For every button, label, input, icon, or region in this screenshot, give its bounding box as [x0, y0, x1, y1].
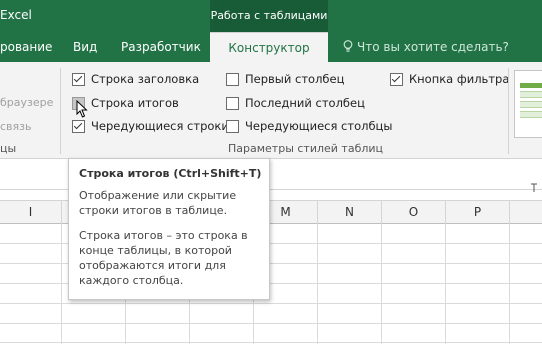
checkbox-label: Строка заголовка — [91, 72, 200, 86]
header-row-checkbox[interactable]: Строка заголовка — [72, 71, 199, 87]
checkbox-label: Первый столбец — [245, 72, 345, 86]
column-header[interactable]: P — [446, 201, 510, 223]
tooltip-description: Отображение или скрытие строки итогов в … — [79, 189, 237, 217]
unlink-button[interactable]: связь — [0, 120, 31, 133]
filter-button-checkbox[interactable]: Кнопка фильтра — [390, 71, 509, 87]
checkbox-box[interactable] — [226, 96, 239, 110]
checkbox-box[interactable] — [390, 72, 403, 86]
table-style-options-group-label: Параметры стилей таблиц — [228, 142, 384, 155]
app-title: Excel — [0, 8, 32, 22]
total-row-tooltip: Строка итогов (Ctrl+Shift+T) Отображение… — [68, 158, 270, 300]
open-in-browser-button[interactable]: браузере — [0, 96, 53, 109]
column-header[interactable] — [510, 201, 542, 223]
gridline — [0, 342, 542, 343]
formula-bar-expand-icon[interactable] — [530, 182, 538, 194]
mouse-cursor-icon — [76, 100, 88, 118]
tab-view[interactable]: Вид — [73, 32, 97, 62]
checkbox-box[interactable] — [226, 72, 239, 86]
external-data-group-label: цы — [0, 142, 17, 155]
tab-design[interactable]: Конструктор — [210, 32, 328, 63]
banded-columns-checkbox[interactable]: Чередующиеся столбцы — [226, 118, 392, 134]
gridline — [0, 303, 542, 304]
checkbox-box[interactable] — [72, 72, 85, 86]
banded-rows-checkbox[interactable]: Чередующиеся строки — [72, 118, 229, 134]
checkbox-box[interactable] — [226, 119, 239, 133]
checkbox-label: Строка итогов — [91, 96, 179, 110]
checkbox-box[interactable] — [72, 119, 85, 133]
group-separator — [508, 68, 509, 154]
lightbulb-icon — [343, 40, 353, 52]
tooltip-details: Строка итогов – это строка в конце табли… — [79, 229, 248, 287]
table-style-gallery[interactable] — [514, 70, 542, 138]
tooltip-title: Строка итогов (Ctrl+Shift+T) — [79, 167, 262, 180]
group-separator — [60, 68, 61, 154]
checkbox-label: Кнопка фильтра — [409, 72, 510, 86]
column-header[interactable]: N — [318, 201, 382, 223]
tell-me-search[interactable]: Что вы хотите сделать? — [343, 32, 509, 62]
first-column-checkbox[interactable]: Первый столбец — [226, 71, 344, 87]
last-column-checkbox[interactable]: Последний столбец — [226, 95, 365, 111]
table-style-thumbnail-icon — [520, 83, 542, 118]
total-row-checkbox[interactable]: Строка итогов — [72, 95, 179, 111]
checkbox-label: Последний столбец — [245, 96, 365, 110]
column-header[interactable]: I — [0, 201, 62, 223]
checkbox-label: Чередующиеся столбцы — [245, 119, 393, 133]
checkbox-label: Чередующиеся строки — [91, 119, 229, 133]
column-header[interactable]: O — [382, 201, 446, 223]
tab-review[interactable]: рование — [0, 32, 52, 62]
gridline — [0, 323, 542, 324]
tab-developer[interactable]: Разработчик — [121, 32, 201, 62]
tell-me-placeholder: Что вы хотите сделать? — [357, 40, 509, 54]
ribbon-tab-bar: рование Вид Разработчик Конструктор Что … — [0, 32, 542, 63]
context-tab-group-label: Работа с таблицами — [210, 0, 328, 32]
